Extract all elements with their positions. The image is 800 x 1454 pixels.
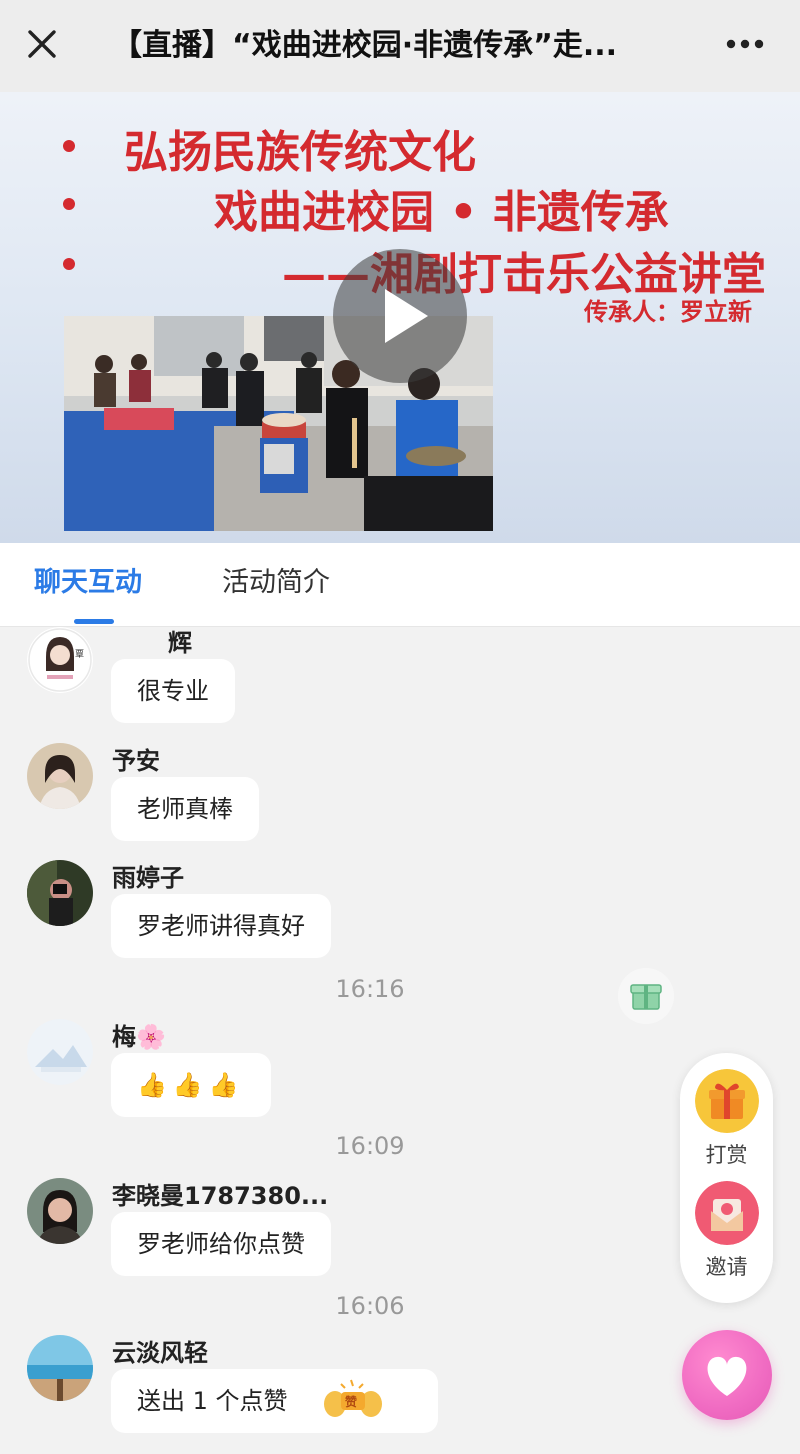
tab-chat[interactable]: 聊天互动 — [34, 565, 142, 601]
reward-gift-icon[interactable] — [695, 1069, 759, 1133]
chat-list[interactable]: 覃 辉 很专业 予安 老师真棒 雨婷子 罗老师讲得真好 16:16 梅🌸 👍👍👍… — [0, 627, 800, 1454]
message-bubble: 送出 1 个点赞 赞 — [111, 1369, 438, 1433]
close-icon[interactable] — [22, 24, 62, 64]
invite-label[interactable]: 邀请 — [680, 1251, 773, 1281]
message-text: 送出 1 个点赞 — [137, 1387, 288, 1415]
tab-activity-intro[interactable]: 活动简介 — [222, 565, 330, 601]
timestamp: 16:09 — [335, 1132, 405, 1160]
avatar[interactable] — [27, 1178, 93, 1244]
username: 雨婷子 — [112, 864, 184, 892]
username: 予安 — [112, 747, 160, 775]
top-bar: 【直播】“戏曲进校园·非遗传承”走... — [0, 0, 800, 92]
message-bubble: 罗老师讲得真好 — [111, 894, 331, 958]
inheritor-label: 传承人：罗立新 — [584, 297, 752, 326]
avatar[interactable] — [27, 743, 93, 809]
more-icon[interactable] — [722, 26, 768, 62]
side-action-panel: 打赏 邀请 — [680, 1053, 773, 1303]
message-bubble: 老师真棒 — [111, 777, 259, 841]
avatar[interactable] — [27, 1019, 93, 1085]
username: 梅🌸 — [112, 1023, 166, 1051]
list-item: 雨婷子 罗老师讲得真好 — [0, 860, 680, 960]
invite-envelope-icon[interactable] — [695, 1181, 759, 1245]
tab-bar: 聊天互动 活动简介 — [0, 543, 800, 627]
avatar[interactable] — [27, 860, 93, 926]
play-icon[interactable] — [333, 249, 467, 383]
bullet-dot — [63, 258, 75, 270]
avatar[interactable]: 覃 — [27, 627, 93, 693]
svg-text:覃: 覃 — [75, 649, 84, 660]
avatar[interactable] — [27, 1335, 93, 1401]
active-tab-indicator — [74, 619, 114, 624]
video-caption-line-2: 戏曲进校园 • 非遗传承 — [214, 187, 669, 238]
list-item: 予安 老师真棒 — [0, 743, 680, 843]
video-caption-line-1: 弘扬民族传统文化 — [124, 127, 476, 178]
message-bubble: 罗老师给你点赞 — [111, 1212, 331, 1276]
like-heart-button[interactable] — [682, 1330, 772, 1420]
message-bubble: 👍👍👍 — [111, 1053, 271, 1117]
username: 辉 — [168, 629, 192, 657]
bullet-dot — [63, 198, 75, 210]
like-sticker-icon: 赞 — [324, 1379, 382, 1417]
list-item: 云淡风轻 送出 1 个点赞 赞 — [0, 1335, 680, 1454]
list-item: 李晓曼1787380... 罗老师给你点赞 — [0, 1178, 680, 1278]
username: 云淡风轻 — [112, 1339, 208, 1367]
timestamp: 16:06 — [335, 1292, 405, 1320]
list-item: 梅🌸 👍👍👍 — [0, 1019, 680, 1119]
svg-text:赞: 赞 — [344, 1394, 357, 1409]
bullet-dot — [63, 140, 75, 152]
page-title: 【直播】“戏曲进校园·非遗传承”走... — [112, 28, 618, 63]
live-video-player[interactable]: 弘扬民族传统文化 戏曲进校园 • 非遗传承 ——湘剧打击乐公益讲堂 传承人：罗立… — [0, 92, 800, 543]
message-bubble: 很专业 — [111, 659, 235, 723]
gift-icon[interactable] — [618, 968, 674, 1024]
list-item: 覃 辉 很专业 — [0, 627, 680, 727]
username: 李晓曼1787380... — [112, 1182, 329, 1210]
reward-label[interactable]: 打赏 — [680, 1139, 773, 1169]
